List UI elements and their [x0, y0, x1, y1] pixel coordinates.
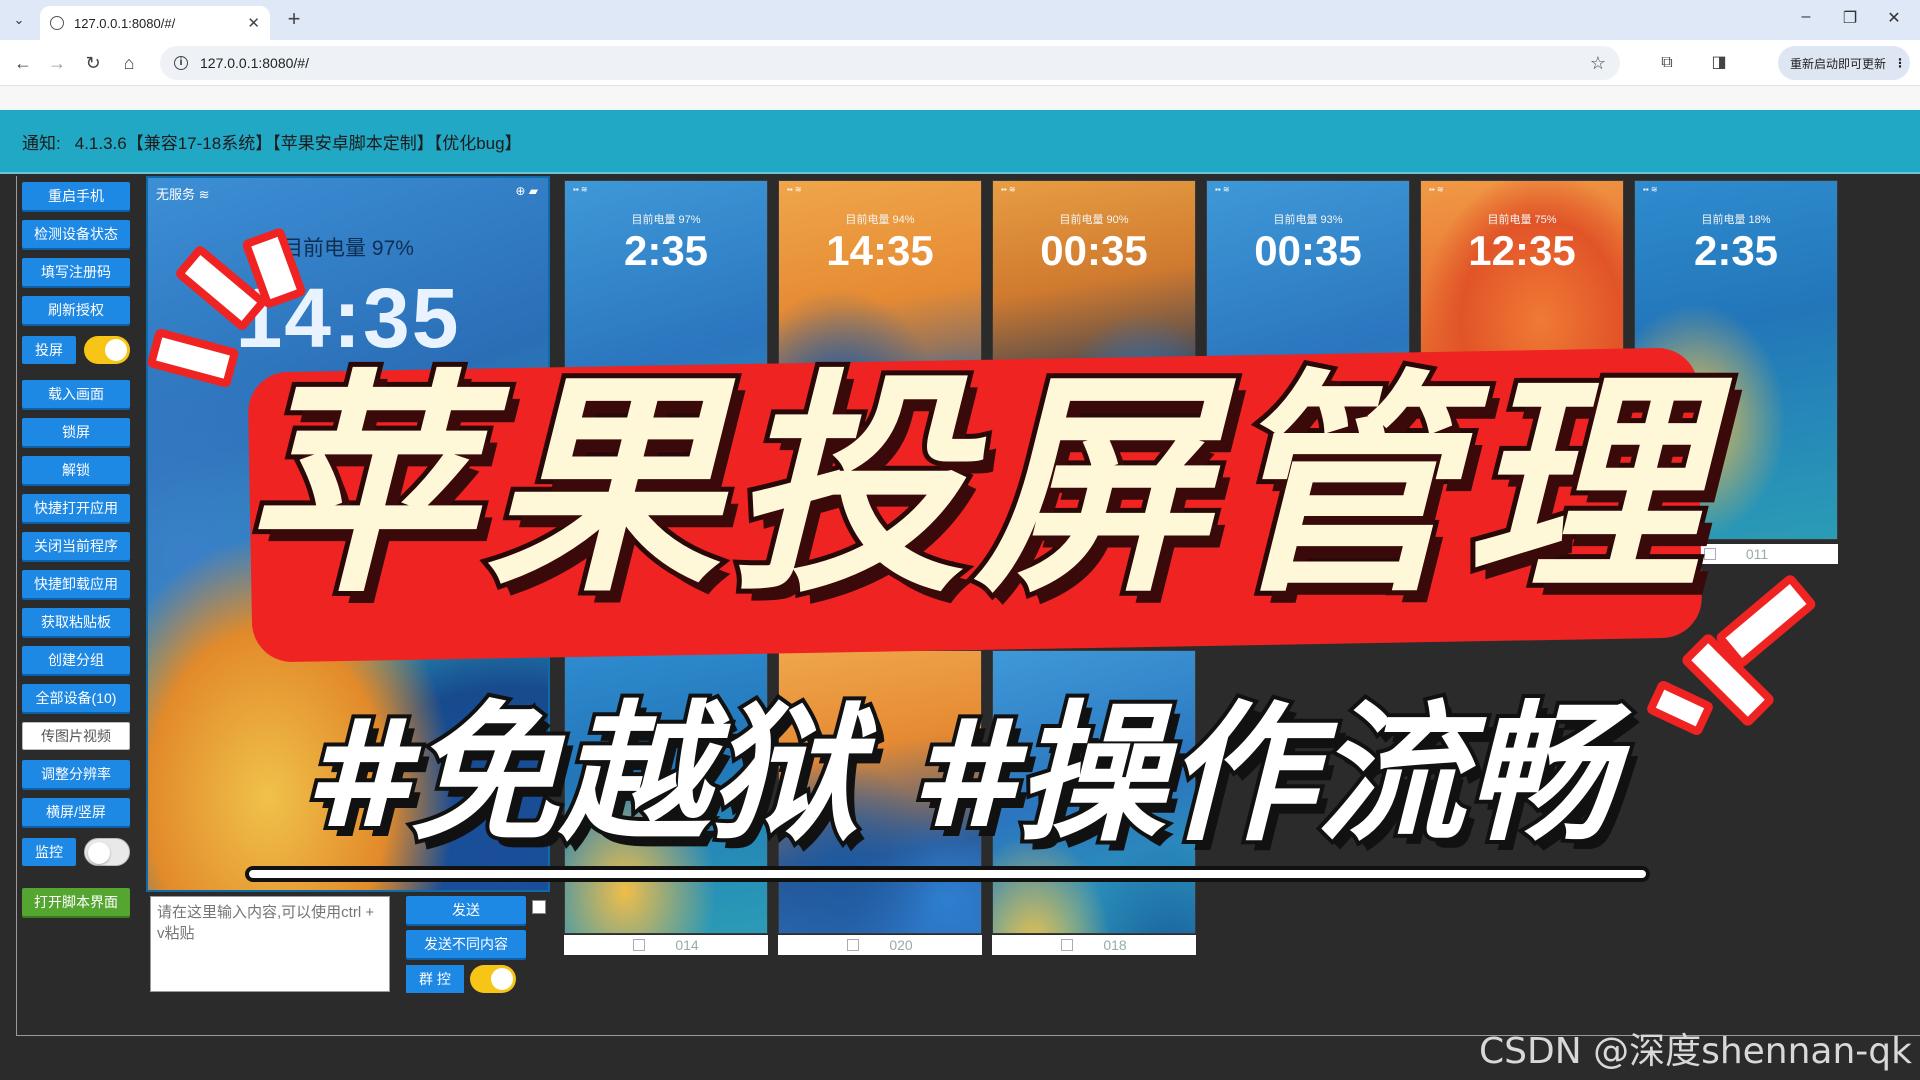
send-checkbox[interactable]	[532, 900, 546, 914]
screen-cast-toggle[interactable]	[84, 336, 130, 364]
monitor-label: 监控	[22, 838, 76, 866]
monitor-toggle[interactable]	[84, 838, 130, 866]
thumb-battery: 目前电量 94%	[845, 214, 915, 226]
thumb-battery: 目前电量 93%	[1273, 214, 1343, 226]
toggle-knob	[88, 842, 110, 864]
tab-close-icon[interactable]: ✕	[247, 14, 260, 32]
send-button[interactable]: 发送	[406, 896, 526, 924]
thumb-status: ▪▪ ≋	[1643, 185, 1658, 194]
thumb-battery: 目前电量 90%	[1059, 214, 1129, 226]
device-label[interactable]: 020	[778, 935, 982, 955]
home-icon[interactable]: ⌂	[116, 50, 142, 76]
relaunch-update-label: 重新启动即可更新	[1790, 56, 1887, 71]
address-bar[interactable]: i 127.0.0.1:8080/#/ ☆	[160, 46, 1620, 80]
thumb-status: ▪▪ ≋	[1215, 185, 1230, 194]
site-info-icon[interactable]: i	[174, 56, 188, 70]
overlay-title: 苹果投屏管理	[235, 346, 1710, 629]
new-tab-button[interactable]: +	[282, 8, 306, 32]
enter-register-code-button[interactable]: 填写注册码	[22, 258, 130, 286]
reboot-phone-button[interactable]: 重启手机	[22, 182, 130, 210]
create-group-button[interactable]: 创建分组	[22, 646, 130, 674]
browser-tab[interactable]: 127.0.0.1:8080/#/ ✕	[40, 6, 270, 40]
thumb-clock: 2:35	[623, 227, 709, 274]
open-script-ui-button[interactable]: 打开脚本界面	[22, 888, 130, 916]
thumb-status: ▪▪ ≋	[1429, 185, 1444, 194]
check-device-status-button[interactable]: 检测设备状态	[22, 220, 130, 248]
notice-bar: 通知: 4.1.3.6【兼容17-18系统】【苹果安卓脚本定制】【优化bug】	[0, 110, 1920, 174]
forward-arrow-icon[interactable]: →	[44, 50, 70, 76]
group-control-toggle[interactable]	[470, 965, 516, 993]
group-control-label: 群 控	[406, 965, 464, 993]
watermark: CSDN @深度shennan-qk	[1478, 1031, 1912, 1072]
thumb-battery: 目前电量 18%	[1701, 214, 1771, 226]
adjust-resolution-button[interactable]: 调整分辨率	[22, 760, 130, 788]
thumb-clock: 12:35	[1468, 227, 1576, 274]
relaunch-update-button[interactable]: 重新启动即可更新 ⋮	[1778, 46, 1910, 80]
overlay-subtitle: #免越狱 #操作流畅	[301, 686, 1620, 864]
all-devices-button[interactable]: 全部设备(10)	[22, 684, 130, 712]
quick-open-app-button[interactable]: 快捷打开应用	[22, 494, 130, 522]
close-current-app-button[interactable]: 关闭当前程序	[22, 532, 130, 560]
load-screen-button[interactable]: 载入画面	[22, 380, 130, 408]
device-label[interactable]: 018	[992, 935, 1196, 955]
more-menu-icon[interactable]: ⋮	[1894, 56, 1906, 70]
quick-uninstall-app-button[interactable]: 快捷卸载应用	[22, 570, 130, 598]
reload-icon[interactable]: ↻	[80, 50, 106, 76]
side-panel-icon[interactable]: ◨	[1708, 52, 1730, 74]
monitor-row: 监控	[22, 838, 130, 866]
address-url: 127.0.0.1:8080/#/	[200, 55, 309, 71]
device-id: 018	[1103, 937, 1127, 953]
tab-title: 127.0.0.1:8080/#/	[74, 15, 176, 31]
upload-media-button[interactable]: 传图片视频	[22, 722, 130, 750]
thumb-battery: 目前电量 75%	[1487, 214, 1557, 226]
lock-screen-button[interactable]: 锁屏	[22, 418, 130, 446]
thumb-status: ▪▪ ≋	[1001, 185, 1016, 194]
thumb-battery: 目前电量 97%	[631, 214, 701, 226]
battery-status-icon: ⊕ ▰	[515, 184, 538, 198]
bookmark-star-icon[interactable]: ☆	[1590, 53, 1606, 74]
extensions-puzzle-icon[interactable]: ⧉	[1656, 52, 1678, 74]
broadcast-text-input[interactable]	[150, 896, 390, 992]
thumb-clock: 2:35	[1693, 227, 1779, 274]
send-different-button[interactable]: 发送不同内容	[406, 930, 526, 958]
group-control-row: 群 控	[406, 965, 516, 993]
thumb-status: ▪▪ ≋	[573, 185, 588, 194]
device-label[interactable]: 014	[564, 935, 768, 955]
device-checkbox[interactable]	[1061, 939, 1074, 951]
window-close-button[interactable]: ✕	[1874, 8, 1914, 28]
minimize-button[interactable]: –	[1786, 8, 1826, 26]
back-arrow-icon[interactable]: ←	[10, 50, 36, 76]
device-checkbox[interactable]	[633, 939, 646, 951]
thumb-status: ▪▪ ≋	[787, 185, 802, 194]
globe-icon	[50, 16, 64, 30]
notice-text: 4.1.3.6【兼容17-18系统】【苹果安卓脚本定制】【优化bug】	[74, 133, 522, 153]
thumb-clock: 14:35	[826, 227, 934, 274]
restore-button[interactable]: ❐	[1830, 8, 1870, 28]
device-id: 020	[889, 937, 913, 953]
refresh-auth-button[interactable]: 刷新授权	[22, 296, 130, 324]
toggle-knob	[491, 968, 513, 990]
unlock-button[interactable]: 解锁	[22, 456, 130, 484]
toggle-knob	[105, 339, 127, 361]
device-checkbox[interactable]	[847, 939, 860, 951]
browser-toolbar: ← → ↻ ⌂ i 127.0.0.1:8080/#/ ☆ ⧉ ◨ 重新启动即可…	[0, 40, 1920, 86]
device-id: 014	[675, 937, 699, 953]
tab-list-chevron-icon[interactable]: ⌄	[6, 8, 32, 32]
thumb-clock: 00:35	[1040, 227, 1148, 274]
carrier-status: 无服务 ≋	[156, 187, 210, 202]
thumb-clock: 00:35	[1254, 227, 1362, 274]
notice-label: 通知:	[22, 133, 61, 153]
screen-cast-label: 投屏	[22, 336, 76, 364]
page-top-strip	[0, 86, 1920, 110]
screen-cast-row: 投屏	[22, 336, 130, 364]
subtitle-underline	[245, 866, 1650, 882]
get-clipboard-button[interactable]: 获取粘贴板	[22, 608, 130, 636]
orientation-button[interactable]: 横屏/竖屏	[22, 798, 130, 826]
browser-tab-bar: ⌄ 127.0.0.1:8080/#/ ✕ + – ❐ ✕	[0, 0, 1920, 40]
